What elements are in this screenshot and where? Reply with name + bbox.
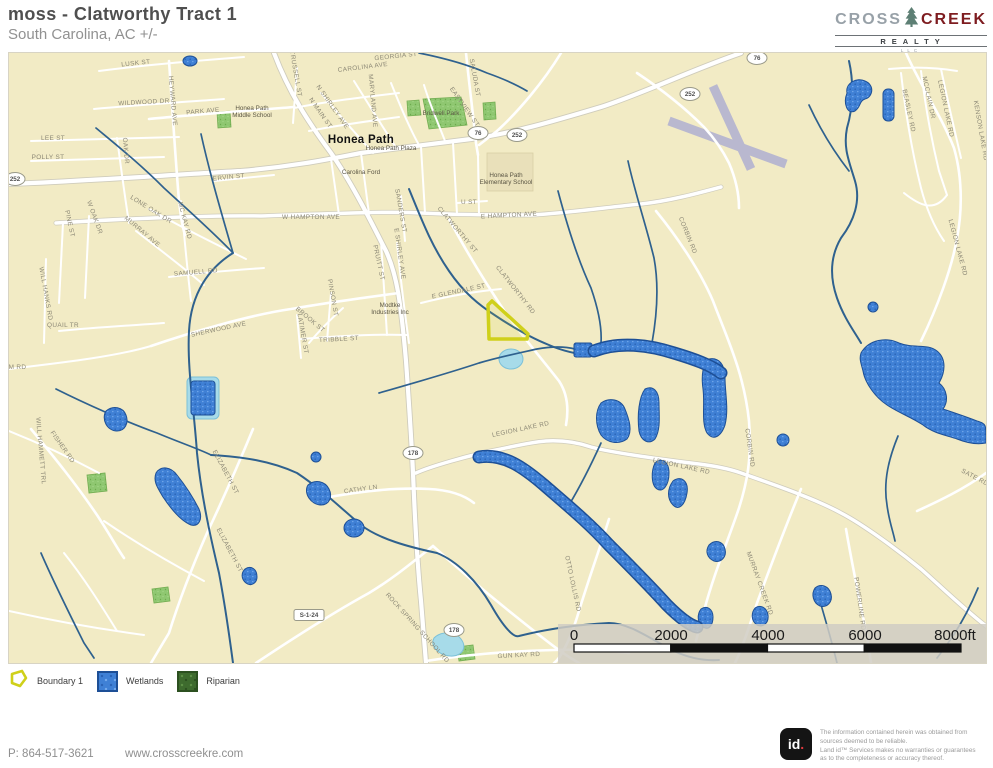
legend-item-wetlands: Wetlands bbox=[97, 671, 163, 692]
boundary-swatch-icon bbox=[8, 668, 29, 694]
legend-label: Boundary 1 bbox=[37, 676, 83, 686]
scale-tick: 2000 bbox=[654, 627, 687, 644]
place-label: Honea PathMiddle School bbox=[232, 105, 272, 119]
logo-word-creek: CREEK bbox=[921, 11, 987, 29]
legend-label: Riparian bbox=[206, 676, 240, 686]
route-shield: 252 bbox=[680, 88, 700, 101]
legend: Boundary 1 Wetlands Riparian bbox=[8, 668, 240, 694]
svg-text:S-1-24: S-1-24 bbox=[300, 612, 319, 619]
scale-bar: 0 2000 4000 6000 8000ft bbox=[558, 624, 986, 663]
road-label: QUAIL TR bbox=[47, 322, 79, 329]
route-shield: 178 bbox=[444, 624, 464, 637]
riparian-swatch-icon bbox=[177, 671, 198, 692]
road-label: RM RD bbox=[9, 364, 26, 371]
logo-word-realty: REALTY bbox=[835, 35, 987, 47]
road-label: LEE ST bbox=[41, 135, 65, 142]
svg-text:178: 178 bbox=[449, 627, 460, 634]
wetlands-swatch-icon bbox=[97, 671, 118, 692]
town-label: Honea Path bbox=[328, 134, 394, 146]
logo-word-cross: CROSS bbox=[835, 11, 902, 29]
route-shield: 178 bbox=[403, 447, 423, 460]
page-title: moss - Clatworthy Tract 1 bbox=[8, 4, 237, 25]
land-id-logo: id. bbox=[780, 728, 812, 760]
svg-text:178: 178 bbox=[408, 450, 419, 457]
road-label: POLLY ST bbox=[32, 154, 65, 161]
place-label: Bridwell Park bbox=[423, 110, 461, 117]
map-canvas: 7625225276252178178S-1-24 LUSK STWILDWOO… bbox=[9, 53, 986, 663]
scale-tick: 6000 bbox=[848, 627, 881, 644]
map: 7625225276252178178S-1-24 LUSK STWILDWOO… bbox=[8, 52, 987, 664]
legend-label: Wetlands bbox=[126, 676, 163, 686]
svg-text:252: 252 bbox=[685, 91, 696, 98]
tree-icon bbox=[904, 5, 919, 34]
route-shield: 76 bbox=[747, 53, 767, 65]
route-shield: 252 bbox=[9, 173, 25, 186]
place-label: Carolina Ford bbox=[342, 169, 381, 176]
svg-text:252: 252 bbox=[10, 176, 21, 183]
crosscreek-logo: CROSS CREEK REALTY LLC bbox=[835, 5, 987, 53]
scale-tick: 8000ft bbox=[934, 627, 977, 644]
route-shield: 252 bbox=[507, 129, 527, 142]
phone-number: P: 864-517-3621 bbox=[8, 748, 94, 760]
page-subtitle: South Carolina, AC +/- bbox=[8, 26, 158, 43]
svg-text:76: 76 bbox=[475, 130, 482, 137]
svg-text:252: 252 bbox=[512, 132, 523, 139]
road-label: U ST bbox=[461, 199, 477, 206]
legend-item-boundary: Boundary 1 bbox=[8, 668, 83, 694]
svg-text:76: 76 bbox=[754, 55, 761, 62]
scale-tick: 4000 bbox=[751, 627, 784, 644]
place-label: Honea Path Plaza bbox=[366, 145, 417, 152]
route-shield: 76 bbox=[468, 127, 488, 140]
website-link[interactable]: www.crosscreekre.com bbox=[125, 748, 243, 760]
scale-tick: 0 bbox=[570, 627, 578, 644]
disclaimer-text: The information contained herein was obt… bbox=[820, 729, 988, 764]
route-shield: S-1-24 bbox=[294, 610, 324, 621]
legend-item-riparian: Riparian bbox=[177, 671, 240, 692]
map-report-page: moss - Clatworthy Tract 1 South Carolina… bbox=[0, 0, 993, 768]
road-label: W HAMPTON AVE bbox=[282, 214, 340, 221]
